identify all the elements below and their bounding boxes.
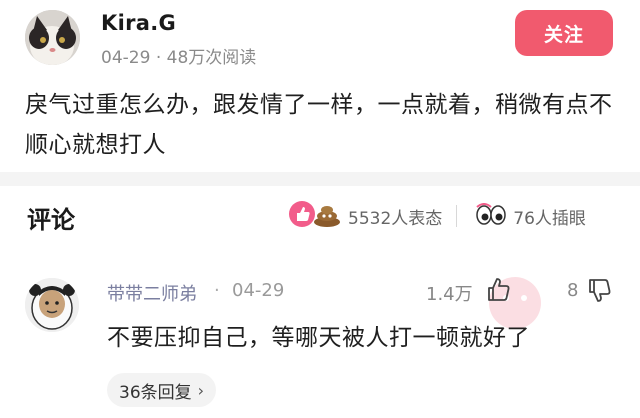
comments-header: 评论 5532人表态 76人插眼	[0, 186, 640, 246]
view-count: 48万次阅读	[166, 48, 257, 68]
reaction-count: 5532人表态	[348, 208, 443, 229]
section-divider	[0, 172, 640, 186]
comment-meta-dot: ·	[214, 280, 220, 301]
view-replies-button[interactable]: 36条回复 ›	[107, 373, 217, 407]
reaction-separator	[456, 205, 458, 227]
thumbs-down-icon[interactable]	[586, 278, 612, 304]
post-body-text: 戾气过重怎么办，跟发情了一样，一点就着，稍微有点不顺心就想打人	[25, 92, 613, 158]
cat-avatar-icon[interactable]	[25, 10, 80, 65]
post-meta: 04-29 · 48万次阅读	[101, 43, 256, 68]
post-date: 04-29	[101, 48, 151, 68]
chevron-right-icon: ›	[197, 380, 205, 400]
comments-title: 评论	[27, 206, 75, 234]
reactions-bar: 5532人表态 76人插眼	[288, 200, 586, 232]
comment-username[interactable]: 带带二师弟	[107, 280, 197, 306]
thumbs-up-icon[interactable]	[485, 276, 511, 302]
follow-button[interactable]: 关注	[515, 10, 613, 56]
poop-reaction-icon[interactable]	[312, 200, 342, 232]
meta-dot: ·	[155, 48, 162, 68]
comment-dislike-count: 8	[567, 280, 579, 301]
replies-label: 36条回复	[119, 382, 192, 403]
eyes-icon[interactable]	[475, 203, 507, 229]
comment-item: 带带二师弟 · 04-29 1.4万 8 不要压抑自己，等哪天被人打一顿就好了 …	[0, 262, 640, 418]
insert-eye-count: 76人插眼	[513, 208, 586, 229]
author-name[interactable]: Kira.G	[101, 11, 176, 35]
comment-date: 04-29	[232, 280, 285, 301]
post-header: Kira.G 04-29 · 48万次阅读 关注	[0, 0, 640, 76]
comment-like-count: 1.4万	[426, 284, 473, 305]
comment-text: 不要压抑自己，等哪天被人打一顿就好了	[107, 325, 530, 351]
panda-avatar-icon[interactable]	[25, 278, 79, 332]
